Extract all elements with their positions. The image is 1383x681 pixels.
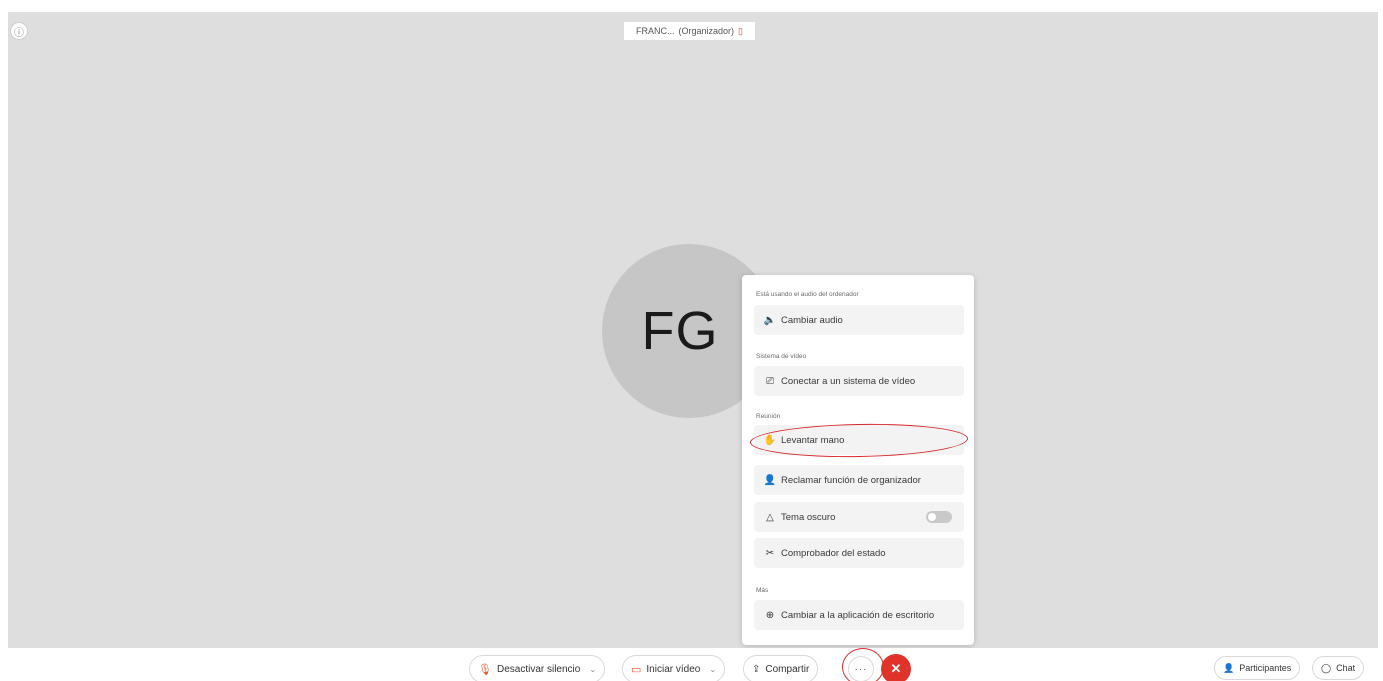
participants-button[interactable]: 👤 Participantes xyxy=(1214,656,1301,680)
menu-item-label: Comprobador del estado xyxy=(781,547,886,559)
menu-item-cambiar-audio[interactable]: 🔈 Cambiar audio xyxy=(754,305,964,335)
menu-item-label: Reclamar función de organizador xyxy=(781,474,921,486)
participants-icon: 👤 xyxy=(1223,662,1235,673)
unmute-button[interactable]: 🎙 Desactivar silencio ⌄ xyxy=(469,655,606,681)
menu-section-video: Sistema de vídeo xyxy=(756,353,807,360)
menu-item-label: Conectar a un sistema de vídeo xyxy=(781,375,916,387)
participant-name-tag: FRANC... (Organizador) ▯ xyxy=(624,22,755,40)
chat-button[interactable]: ◯ Chat xyxy=(1312,656,1365,680)
start-video-button[interactable]: ▭ Iniciar vídeo ⌄ xyxy=(622,655,726,681)
mic-muted-icon: 🎙 xyxy=(478,663,492,676)
theme-icon: △ xyxy=(766,511,774,523)
video-off-icon: ▭ xyxy=(631,663,642,676)
leave-meeting-button[interactable]: ✕ xyxy=(881,654,911,681)
share-button[interactable]: ⇪ Compartir xyxy=(743,655,819,681)
chat-label: Chat xyxy=(1336,663,1356,673)
participants-label: Participantes xyxy=(1239,663,1292,673)
menu-item-comprobador[interactable]: ✂ Comprobador del estado xyxy=(754,538,964,568)
organizer-icon: 👤 xyxy=(763,474,777,486)
menu-section-mas: Más xyxy=(756,587,769,594)
close-icon: ✕ xyxy=(890,661,902,676)
video-system-icon: ⎚ xyxy=(766,375,774,387)
chevron-down-icon[interactable]: ⌄ xyxy=(589,665,596,674)
menu-item-reclamar-organizador[interactable]: 👤 Reclamar función de organizador xyxy=(754,465,964,495)
menu-item-label: Cambiar a la aplicación de escritorio xyxy=(781,609,935,621)
share-icon: ⇪ xyxy=(752,663,761,675)
menu-section-audio: Está usando el audio del ordenador xyxy=(756,291,859,298)
menu-section-reunion: Reunión xyxy=(756,413,781,420)
participant-role: (Organizador) xyxy=(678,26,735,36)
health-check-icon: ✂ xyxy=(765,547,775,559)
menu-item-conectar-video[interactable]: ⎚ Conectar a un sistema de vídeo xyxy=(754,366,964,396)
start-video-label: Iniciar vídeo xyxy=(646,663,701,675)
chevron-down-icon[interactable]: ⌄ xyxy=(709,665,716,674)
menu-item-tema-oscuro[interactable]: △ Tema oscuro xyxy=(754,502,964,532)
menu-item-label: Tema oscuro xyxy=(781,511,836,523)
mic-muted-icon: ▯ xyxy=(738,25,743,36)
info-icon[interactable]: ⓘ xyxy=(10,22,28,40)
share-label: Compartir xyxy=(765,663,810,675)
avatar-initials: FG xyxy=(641,301,719,361)
annotation-circle-more-options xyxy=(842,648,884,681)
menu-item-cambiar-app[interactable]: ⊕ Cambiar a la aplicación de escritorio xyxy=(754,600,964,630)
menu-item-label: Cambiar audio xyxy=(781,314,843,326)
desktop-app-icon: ⊕ xyxy=(765,609,775,621)
dark-theme-toggle[interactable] xyxy=(926,511,952,523)
speaker-icon: 🔈 xyxy=(763,314,777,326)
unmute-label: Desactivar silencio xyxy=(496,663,581,675)
participant-name: FRANC... xyxy=(636,26,675,36)
more-options-menu: Está usando el audio del ordenador 🔈 Cam… xyxy=(742,275,974,645)
chat-icon: ◯ xyxy=(1321,662,1332,673)
